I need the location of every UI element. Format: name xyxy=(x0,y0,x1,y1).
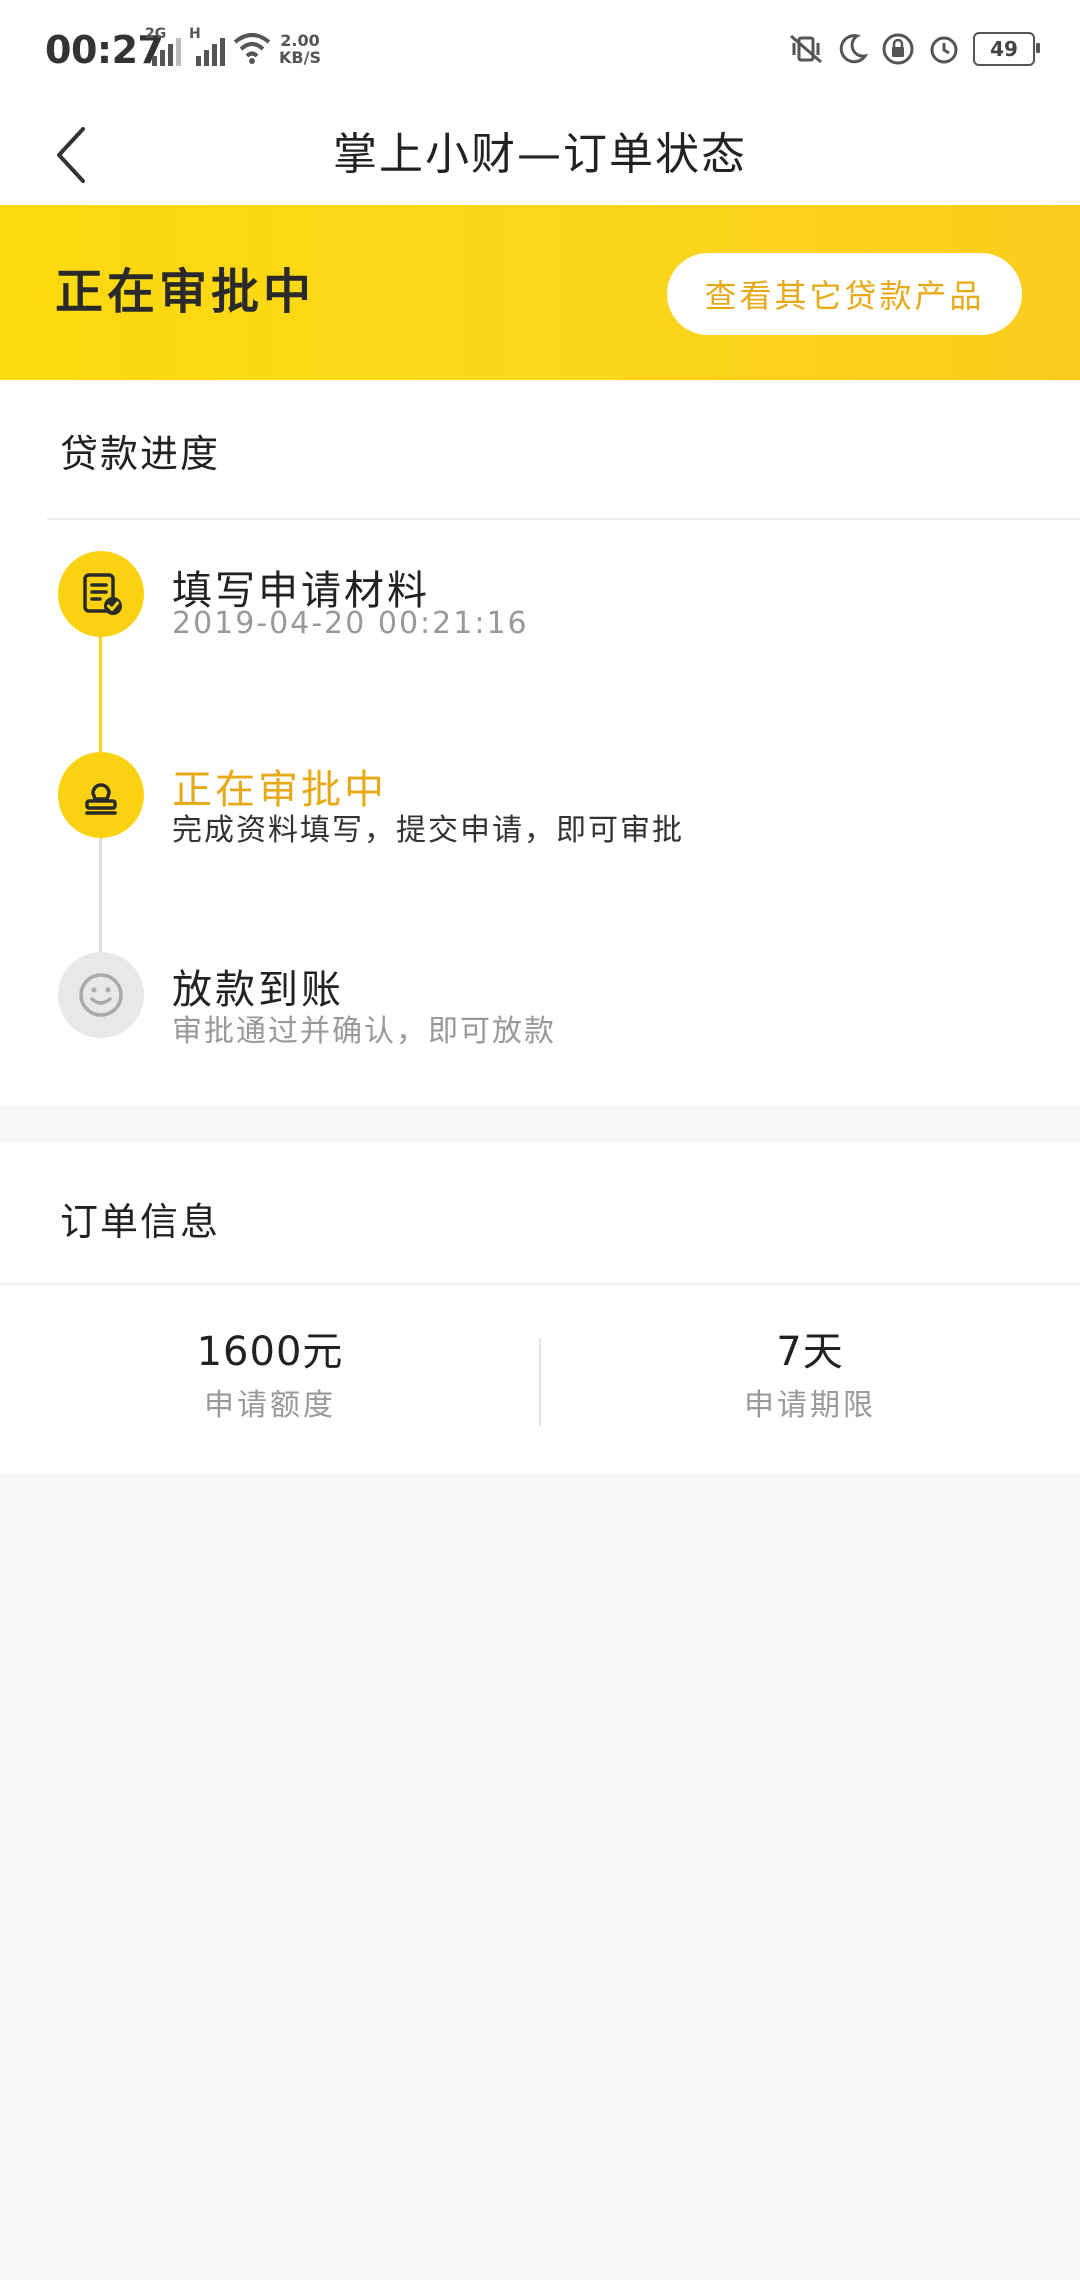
step-connector-completed xyxy=(99,630,102,752)
order-divider xyxy=(0,1283,1080,1285)
step-connector-pending xyxy=(99,832,102,952)
order-term-label: 申请期限 xyxy=(744,1388,876,1423)
order-term-value: 7天 xyxy=(776,1329,844,1375)
vibrate-icon xyxy=(790,34,822,64)
status-icons-right: 49 xyxy=(789,32,1040,66)
view-other-loans-button[interactable]: 查看其它贷款产品 xyxy=(667,253,1022,335)
signal-h-icon: H xyxy=(189,26,225,66)
banner-status-text: 正在审批中 xyxy=(55,264,316,320)
app-header: 掌上小财—订单状态 xyxy=(0,105,1080,205)
smiley-icon xyxy=(58,952,144,1038)
alarm-icon xyxy=(930,36,958,64)
document-check-icon xyxy=(58,551,144,637)
wifi-icon xyxy=(233,33,271,64)
loan-progress-card: 贷款进度 填写申请材料 2019-04-20 00:21:16 正在审批中 完成… xyxy=(0,380,1080,1105)
order-amount-label: 申请额度 xyxy=(204,1388,336,1423)
back-arrow-icon xyxy=(57,127,85,183)
status-bar: 00:27 2G H 2.00 KB/S 49 xyxy=(0,0,1080,105)
back-button[interactable] xyxy=(40,115,100,195)
network-speed: 2.00 KB/S xyxy=(279,32,321,66)
step-subtitle-disbursement: 审批通过并确认，即可放款 xyxy=(172,1014,556,1049)
moon-icon xyxy=(839,34,869,64)
battery-icon: 49 xyxy=(973,32,1040,66)
battery-level: 49 xyxy=(990,37,1018,61)
progress-section-title: 贷款进度 xyxy=(60,432,221,476)
progress-divider xyxy=(47,518,1080,520)
order-amount: 1600元 申请额度 xyxy=(0,1328,540,1424)
network-speed-unit: KB/S xyxy=(279,48,321,67)
order-amount-value: 1600元 xyxy=(196,1329,344,1375)
order-info-card: 订单信息 1600元 申请额度 7天 申请期限 xyxy=(0,1143,1080,1473)
status-banner: 正在审批中 查看其它贷款产品 xyxy=(0,205,1080,380)
step-subtitle-under-review: 完成资料填写，提交申请，即可审批 xyxy=(172,813,684,848)
order-term: 7天 申请期限 xyxy=(540,1328,1080,1424)
signal-2g-icon: 2G xyxy=(145,26,181,66)
step-subtitle-fill-application: 2019-04-20 00:21:16 xyxy=(172,606,529,641)
page-title: 掌上小财—订单状态 xyxy=(333,129,747,180)
stamp-icon xyxy=(58,752,144,838)
status-icons-left: 2G H 2.00 KB/S xyxy=(145,26,321,66)
network-speed-value: 2.00 xyxy=(280,31,320,50)
order-section-title: 订单信息 xyxy=(60,1200,221,1244)
rotation-lock-icon xyxy=(882,33,914,65)
